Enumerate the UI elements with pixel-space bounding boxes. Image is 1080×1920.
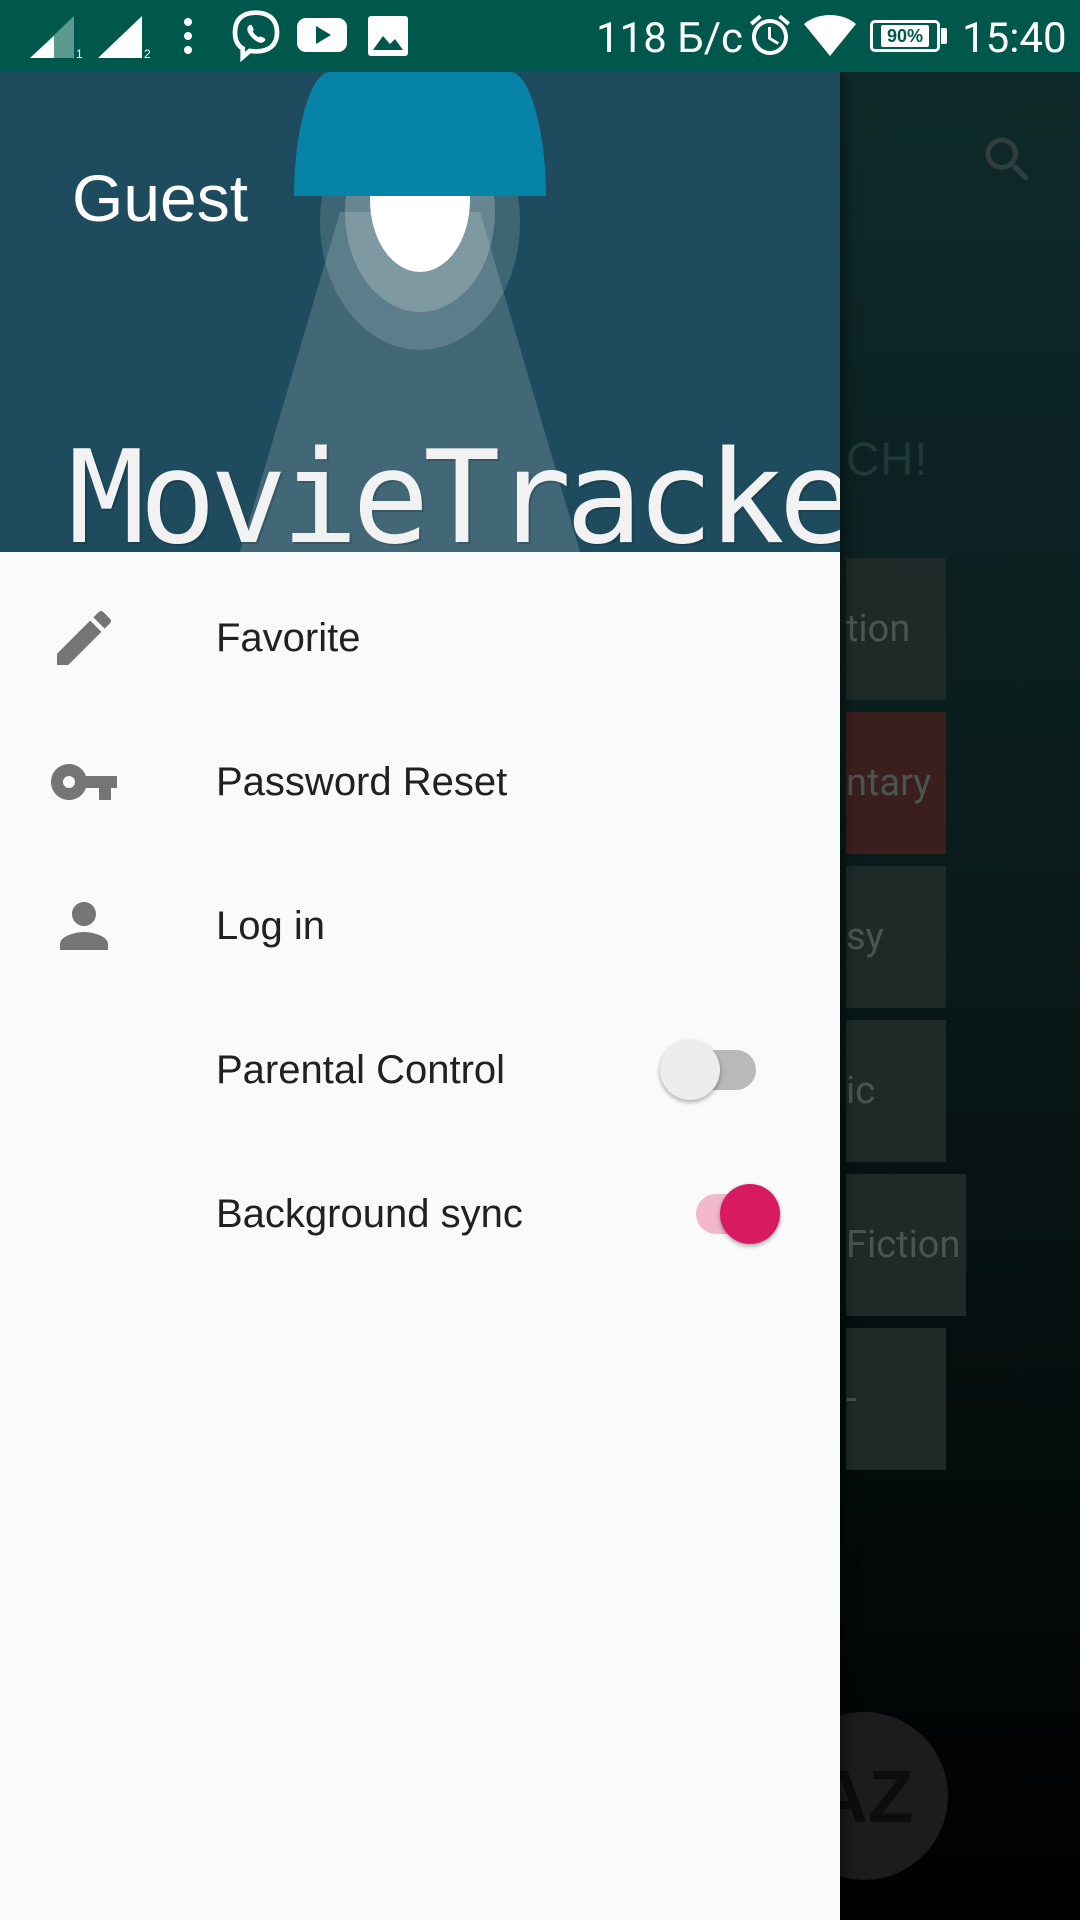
clock-text: 15:40: [962, 14, 1067, 63]
genre-card[interactable]: ic: [846, 1020, 946, 1162]
background-heading: CH!: [846, 433, 929, 485]
signal-sim2-icon: 2: [98, 16, 151, 60]
genre-card[interactable]: ntary: [846, 712, 946, 854]
svg-text:2: 2: [144, 47, 151, 60]
network-speed-text: 118 Б/с: [596, 14, 744, 63]
menu-item-password-reset[interactable]: Password Reset: [0, 710, 840, 854]
menu-item-background-sync[interactable]: Background sync: [0, 1142, 840, 1286]
search-icon: [985, 137, 1030, 182]
genre-card[interactable]: Fiction: [846, 1174, 966, 1316]
menu-item-label: Background sync: [216, 1191, 523, 1236]
drawer-header: Guest MovieTracker: [0, 72, 840, 552]
battery-icon: 90%: [870, 20, 940, 52]
menu-item-label: Favorite: [216, 615, 361, 660]
battery-tip: [941, 28, 947, 44]
genre-card[interactable]: sy: [846, 866, 946, 1008]
switch-thumb: [720, 1184, 780, 1244]
menu-item-label: Password Reset: [216, 759, 508, 804]
background-sync-switch[interactable]: [684, 1174, 784, 1244]
app-title-logo: MovieTracker: [68, 424, 840, 552]
menu-item-label: Parental Control: [216, 1047, 506, 1092]
menu-item-favorite[interactable]: Favorite: [0, 566, 840, 710]
battery-level: 90%: [880, 25, 930, 47]
youtube-icon: [297, 18, 347, 52]
status-bar: 1 2 118 Б/с 90% 15:40: [0, 0, 1080, 72]
pencil-icon: [57, 610, 112, 665]
switch-thumb: [660, 1040, 720, 1100]
menu-item-parental-control[interactable]: Parental Control: [0, 998, 840, 1142]
alarm-icon: [750, 14, 790, 55]
person-icon: [60, 902, 108, 950]
genre-card[interactable]: tion: [846, 558, 946, 700]
parental-control-switch[interactable]: [660, 1030, 760, 1100]
key-icon: [50, 764, 118, 800]
menu-item-log-in[interactable]: Log in: [0, 854, 840, 998]
screen: CH! tion ntary sy ic Fiction - AZ 1 2 11…: [0, 0, 1080, 1920]
genre-card[interactable]: -: [846, 1328, 946, 1470]
signal-sim1-icon: 1: [30, 16, 83, 60]
menu-item-label: Log in: [216, 903, 325, 948]
more-vert-icon: [184, 18, 192, 54]
user-name: Guest: [72, 161, 249, 235]
svg-text:1: 1: [76, 47, 83, 60]
navigation-drawer: Guest MovieTracker Favorite Password Res…: [0, 72, 840, 1920]
viber-icon: [232, 10, 280, 63]
wifi-icon: [804, 15, 856, 56]
gallery-icon: [368, 16, 408, 56]
